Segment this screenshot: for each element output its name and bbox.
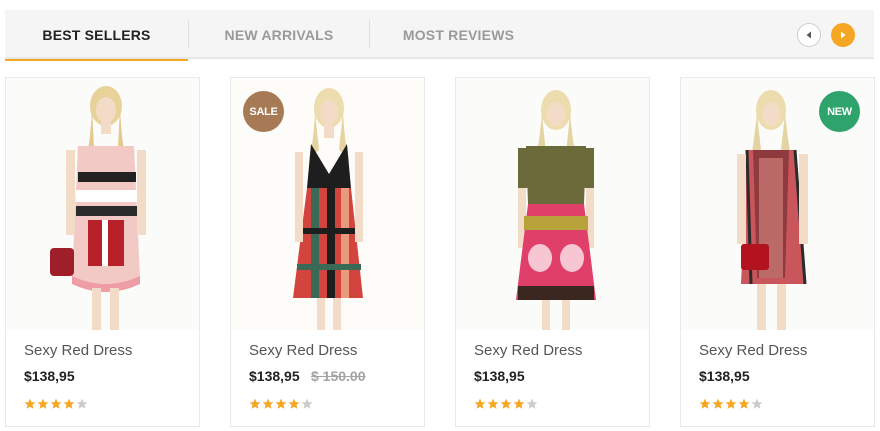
product-image[interactable] [6, 78, 199, 330]
star-empty-icon [751, 398, 763, 409]
star-filled-icon [249, 398, 261, 409]
star-empty-icon [526, 398, 538, 409]
product-card[interactable]: NEW Sexy Red Dress $138,95 [680, 77, 875, 427]
product-rating [474, 398, 538, 410]
carousel-prev-button[interactable] [797, 23, 821, 47]
carousel-next-button[interactable] [831, 23, 855, 47]
star-filled-icon [500, 398, 512, 409]
product-name[interactable]: Sexy Red Dress [249, 342, 357, 359]
product-image[interactable] [456, 78, 649, 330]
tab-best-sellers[interactable]: BEST SELLERS [5, 10, 188, 61]
product-price: $138,95 [474, 368, 525, 384]
product-card[interactable]: Sexy Red Dress $138,95 [5, 77, 200, 427]
star-filled-icon [24, 398, 36, 409]
star-filled-icon [288, 398, 300, 409]
tab-new-arrivals[interactable]: NEW ARRIVALS [189, 10, 369, 59]
caret-left-icon [806, 31, 811, 39]
star-filled-icon [725, 398, 737, 409]
star-filled-icon [474, 398, 486, 409]
product-price: $138,95 [24, 368, 75, 384]
star-filled-icon [275, 398, 287, 409]
product-card[interactable]: Sexy Red Dress $138,95 [455, 77, 650, 427]
product-name[interactable]: Sexy Red Dress [474, 342, 582, 359]
star-filled-icon [63, 398, 75, 409]
product-rating [249, 398, 313, 410]
star-filled-icon [712, 398, 724, 409]
product-tabs: BEST SELLERS NEW ARRIVALS MOST REVIEWS [5, 10, 874, 61]
star-filled-icon [50, 398, 62, 409]
product-price: $138,95 [699, 368, 750, 384]
star-filled-icon [37, 398, 49, 409]
product-rating [699, 398, 763, 410]
product-name[interactable]: Sexy Red Dress [699, 342, 807, 359]
product-old-price: $ 150.00 [311, 368, 366, 384]
product-price: $138,95 [249, 368, 300, 384]
product-card[interactable]: SALE Sexy Red Dress $138,95 $ 150.00 [230, 77, 425, 427]
star-empty-icon [76, 398, 88, 409]
star-filled-icon [738, 398, 750, 409]
sale-badge: SALE [243, 91, 284, 132]
star-empty-icon [301, 398, 313, 409]
star-filled-icon [262, 398, 274, 409]
product-name[interactable]: Sexy Red Dress [24, 342, 132, 359]
star-filled-icon [699, 398, 711, 409]
star-filled-icon [513, 398, 525, 409]
product-rating [24, 398, 88, 410]
star-filled-icon [487, 398, 499, 409]
new-badge: NEW [819, 91, 860, 132]
caret-right-icon [841, 31, 846, 39]
tab-most-reviews[interactable]: MOST REVIEWS [370, 10, 547, 59]
